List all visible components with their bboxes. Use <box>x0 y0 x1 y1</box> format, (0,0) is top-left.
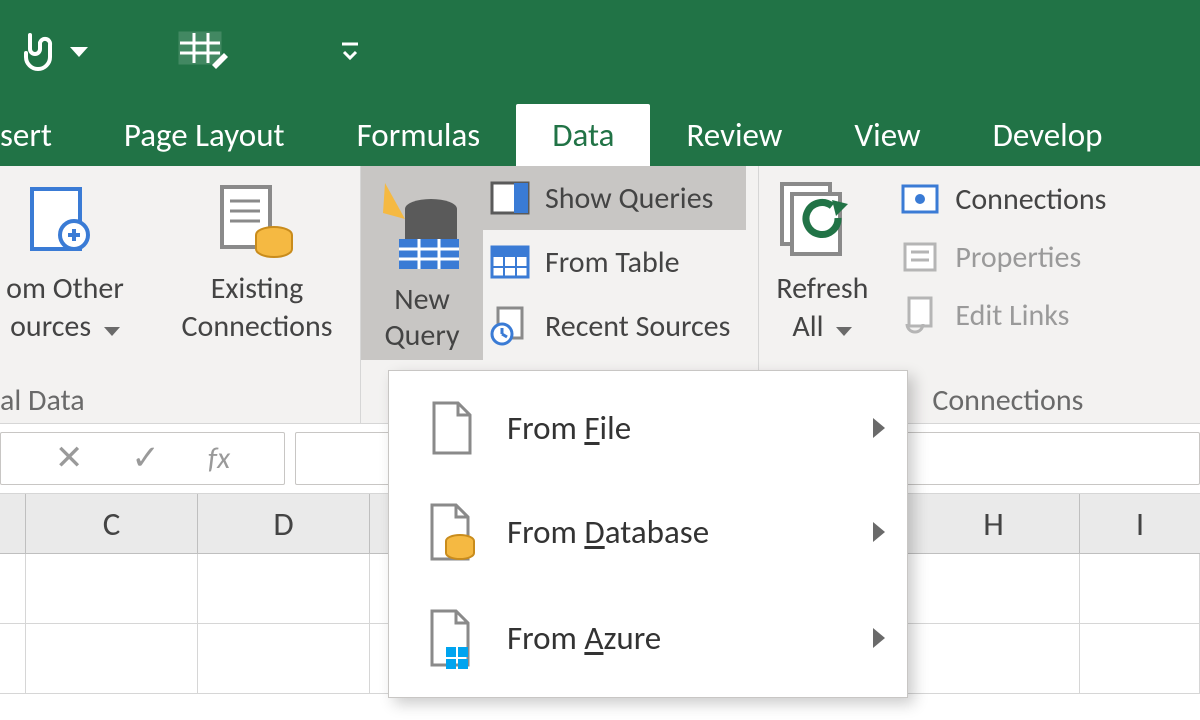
customize-qat-icon <box>340 40 360 64</box>
new-query-button[interactable]: New Query <box>361 166 483 360</box>
chevron-down-icon <box>104 327 120 336</box>
recent-sources-button[interactable]: Recent Sources <box>483 294 746 358</box>
touch-mode-icon <box>12 29 58 75</box>
from-other-sources-icon <box>26 176 104 268</box>
ribbon-tabs: sert Page Layout Formulas Data Review Vi… <box>0 104 1200 166</box>
from-other-sources-button[interactable]: om Other ources <box>0 172 130 349</box>
tab-insert[interactable]: sert <box>0 104 88 166</box>
chevron-right-icon <box>873 522 885 542</box>
from-table-button[interactable]: From Table <box>483 230 746 294</box>
group-external-data: om Other ources Ex <box>0 166 361 423</box>
new-query-icon <box>375 172 469 282</box>
chevron-down-icon <box>70 47 88 57</box>
menu-from-azure[interactable]: From Azure <box>389 585 907 691</box>
qat-table-style[interactable] <box>178 31 230 73</box>
menu-from-database[interactable]: From Database <box>389 479 907 585</box>
col-header-h[interactable]: H <box>908 494 1080 553</box>
enter-icon[interactable]: ✓ <box>131 438 160 479</box>
tab-review[interactable]: Review <box>650 104 818 166</box>
refresh-all-label-1: Refresh <box>776 270 868 307</box>
from-other-sources-label-1: om Other <box>6 270 124 307</box>
title-bar <box>0 0 1200 104</box>
database-file-icon <box>417 501 487 563</box>
col-header-i[interactable]: I <box>1080 494 1200 553</box>
existing-connections-label-2: Connections <box>182 308 333 345</box>
recent-sources-label: Recent Sources <box>545 308 730 345</box>
edit-links-button[interactable]: Edit Links <box>893 288 1085 342</box>
col-header-d[interactable]: D <box>198 494 370 553</box>
group-label-connections: Connections <box>893 376 1122 421</box>
new-query-label-1: New <box>394 281 450 318</box>
menu-from-azure-label: From Azure <box>507 618 661 658</box>
chevron-right-icon <box>873 418 885 438</box>
show-queries-label: Show Queries <box>545 180 713 217</box>
qat-customize[interactable] <box>340 40 360 64</box>
show-queries-button[interactable]: Show Queries <box>483 166 746 230</box>
col-header-c[interactable]: C <box>26 494 198 553</box>
qat-touch-mode[interactable] <box>12 29 88 75</box>
col-header-partial[interactable] <box>0 494 26 553</box>
properties-label: Properties <box>955 239 1081 276</box>
from-table-label: From Table <box>545 244 680 281</box>
properties-icon <box>899 236 941 278</box>
connections-label: Connections <box>955 181 1106 218</box>
chevron-right-icon <box>873 628 885 648</box>
chevron-down-icon <box>836 327 852 336</box>
edit-links-icon <box>899 294 941 336</box>
azure-file-icon <box>417 607 487 669</box>
tab-data[interactable]: Data <box>516 104 650 166</box>
connections-button[interactable]: Connections <box>893 172 1122 226</box>
refresh-all-button[interactable]: Refresh All <box>767 172 877 349</box>
new-query-label-2: Query <box>384 317 459 354</box>
connections-icon <box>899 178 941 220</box>
from-other-sources-label-2: ources <box>10 308 91 345</box>
refresh-all-label-2: All <box>792 308 823 345</box>
cancel-icon[interactable]: ✕ <box>55 438 84 479</box>
insert-function-icon[interactable]: fx <box>208 440 230 477</box>
refresh-all-icon <box>776 176 868 268</box>
existing-connections-label-1: Existing <box>211 270 304 307</box>
recent-sources-icon <box>489 305 531 347</box>
name-box[interactable]: ✕ ✓ fx <box>0 432 285 485</box>
menu-from-database-label: From Database <box>507 512 709 552</box>
from-table-icon <box>489 241 531 283</box>
existing-connections-icon <box>214 176 300 268</box>
ribbon: om Other ources Ex <box>0 166 1200 424</box>
menu-from-file-label: From File <box>507 408 631 448</box>
new-query-menu: From File From Database <box>388 370 908 698</box>
menu-from-file[interactable]: From File <box>389 377 907 479</box>
group-connections: Connections Properties <box>885 166 1122 423</box>
tab-page-layout[interactable]: Page Layout <box>88 104 321 166</box>
edit-links-label: Edit Links <box>955 297 1069 334</box>
tab-formulas[interactable]: Formulas <box>321 104 517 166</box>
table-pencil-icon <box>178 31 230 73</box>
file-icon <box>417 399 487 457</box>
tab-view[interactable]: View <box>818 104 956 166</box>
tab-developer[interactable]: Develop <box>957 104 1139 166</box>
show-queries-icon <box>489 177 531 219</box>
properties-button[interactable]: Properties <box>893 230 1097 284</box>
existing-connections-button[interactable]: Existing Connections <box>162 172 352 349</box>
group-label-external-data: al Data <box>0 376 352 421</box>
